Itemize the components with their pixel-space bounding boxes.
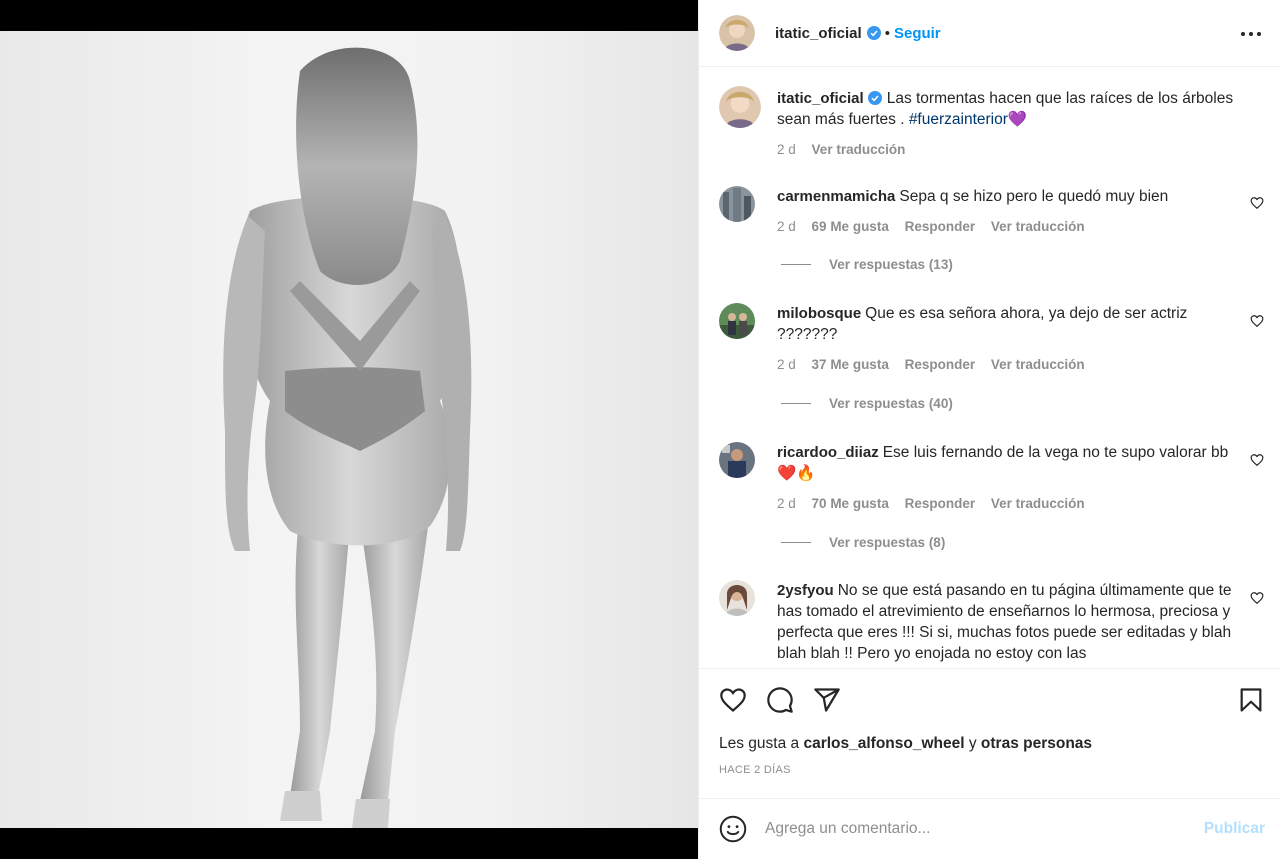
comment-item: 2ysfyou No se que está pasando en tu pági…: [719, 580, 1264, 668]
comment-username[interactable]: 2ysfyou: [777, 582, 834, 599]
heart-icon[interactable]: [719, 686, 747, 714]
replies-line: [781, 264, 811, 265]
comment-like-heart-icon[interactable]: [1250, 314, 1264, 328]
post-actions-bar: Les gusta a carlos_alfonso_wheel y otras…: [699, 668, 1280, 798]
translate-button[interactable]: Ver traducción: [991, 496, 1085, 511]
bookmark-icon[interactable]: [1237, 686, 1265, 714]
share-icon[interactable]: [813, 686, 841, 714]
replies-line: [781, 403, 811, 404]
verified-badge-icon: [867, 91, 882, 105]
emoji-icon[interactable]: [719, 815, 747, 843]
post-side-panel: itatic_oficial • Seguir itatic_oficial La…: [698, 0, 1280, 859]
comment-likes-count[interactable]: 37 Me gusta: [812, 357, 889, 372]
commenter-avatar[interactable]: [719, 303, 755, 339]
translate-button[interactable]: Ver traducción: [991, 219, 1085, 234]
comments-list[interactable]: itatic_oficial Las tormentas hacen que la…: [699, 68, 1280, 668]
more-options-icon[interactable]: [1239, 24, 1263, 44]
commenter-avatar[interactable]: [719, 186, 755, 222]
post-photo[interactable]: [0, 31, 698, 828]
view-replies-button[interactable]: Ver respuestas (40): [781, 396, 953, 411]
comment-username[interactable]: ricardoo_diiaz: [777, 444, 879, 461]
follow-button[interactable]: Seguir: [894, 25, 941, 42]
caption-avatar[interactable]: [719, 86, 761, 128]
author-avatar[interactable]: [719, 15, 755, 51]
verified-badge-icon: [866, 26, 881, 40]
view-replies-label[interactable]: Ver respuestas (8): [829, 535, 945, 550]
comment-time[interactable]: 2 d: [777, 219, 796, 234]
comment-time[interactable]: 2 d: [777, 496, 796, 511]
commenter-avatar[interactable]: [719, 442, 755, 478]
reply-button[interactable]: Responder: [905, 357, 976, 372]
comment-username[interactable]: carmenmamicha: [777, 188, 895, 205]
comment-likes-count[interactable]: 69 Me gusta: [812, 219, 889, 234]
reply-button[interactable]: Responder: [905, 496, 976, 511]
caption-translate-button[interactable]: Ver traducción: [812, 142, 906, 157]
view-replies-button[interactable]: Ver respuestas (13): [781, 257, 953, 272]
comment-text: Sepa q se hizo pero le quedó muy bien: [899, 188, 1169, 205]
comment-item: milobosque Que es esa señora ahora, ya de…: [719, 303, 1264, 383]
caption-time[interactable]: 2 d: [777, 142, 796, 157]
instagram-post-view: itatic_oficial • Seguir itatic_oficial La…: [0, 0, 1280, 859]
likes-conjunction: y: [964, 735, 981, 752]
replies-line: [781, 542, 811, 543]
commenter-avatar[interactable]: [719, 580, 755, 616]
liker-username[interactable]: carlos_alfonso_wheel: [803, 735, 964, 752]
comment-likes-count[interactable]: 70 Me gusta: [812, 496, 889, 511]
add-comment-bar: Publicar: [699, 798, 1280, 859]
view-replies-label[interactable]: Ver respuestas (40): [829, 396, 953, 411]
caption-emoji: 💜: [1007, 111, 1028, 128]
comment-username[interactable]: milobosque: [777, 305, 861, 322]
view-replies-label[interactable]: Ver respuestas (13): [829, 257, 953, 272]
reply-button[interactable]: Responder: [905, 219, 976, 234]
comment-item: ricardoo_diiaz Ese luis fernando de la ve…: [719, 442, 1264, 522]
post-header: itatic_oficial • Seguir: [699, 0, 1280, 67]
comment-time[interactable]: 2 d: [777, 357, 796, 372]
likes-prefix: Les gusta a: [719, 735, 804, 752]
comment-icon[interactable]: [766, 686, 794, 714]
other-likers-link[interactable]: otras personas: [981, 735, 1092, 752]
view-replies-button[interactable]: Ver respuestas (8): [781, 535, 945, 550]
caption-hashtag-link[interactable]: #fuerzainterior: [909, 111, 1008, 128]
comment-like-heart-icon[interactable]: [1250, 196, 1264, 210]
comment-text: No se que está pasando en tu página últi…: [777, 582, 1232, 662]
translate-button[interactable]: Ver traducción: [991, 357, 1085, 372]
photo-figure-silhouette: [223, 47, 472, 828]
caption-username[interactable]: itatic_oficial: [777, 90, 864, 107]
publish-button[interactable]: Publicar: [1204, 820, 1265, 838]
likes-summary: Les gusta a carlos_alfonso_wheel y otras…: [719, 735, 1092, 753]
post-caption: itatic_oficial Las tormentas hacen que la…: [719, 86, 1264, 166]
author-username[interactable]: itatic_oficial: [775, 25, 862, 42]
comment-like-heart-icon[interactable]: [1250, 591, 1264, 605]
comment-input[interactable]: [765, 820, 1204, 838]
header-separator: •: [884, 24, 890, 42]
post-media-panel: [0, 0, 698, 859]
comment-like-heart-icon[interactable]: [1250, 453, 1264, 467]
post-timestamp[interactable]: HACE 2 DÍAS: [719, 764, 791, 776]
comment-item: carmenmamicha Sepa q se hizo pero le qued…: [719, 186, 1264, 246]
